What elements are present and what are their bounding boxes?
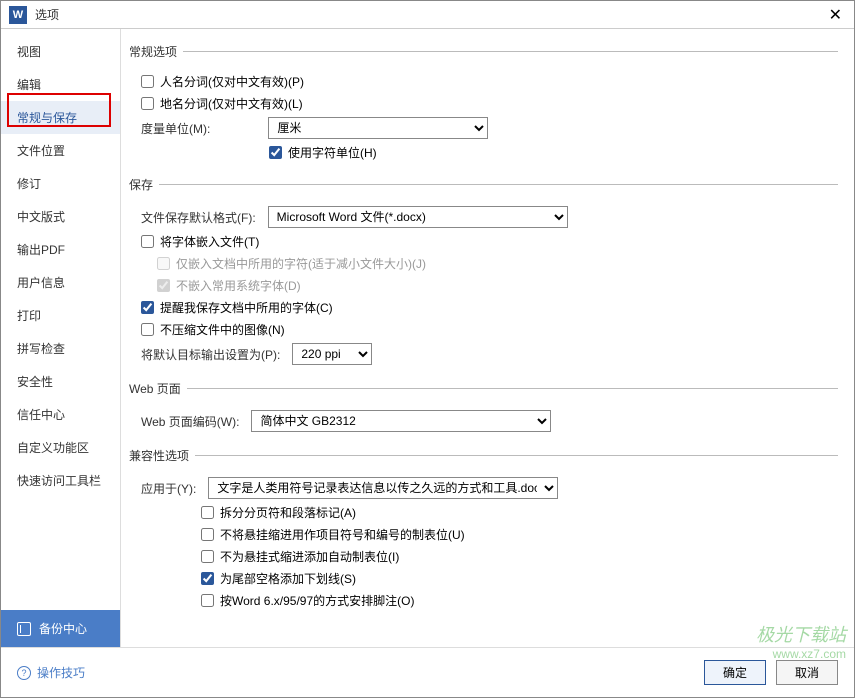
backup-center-button[interactable]: 备份中心 [1,610,120,647]
section-save-legend: 保存 [129,176,159,193]
close-icon[interactable]: ✕ [825,5,846,25]
apply-to-label: 应用于(Y): [141,480,196,497]
web-encoding-select[interactable]: 简体中文 GB2312 [251,410,551,432]
sidebar-item-security[interactable]: 安全性 [1,365,120,398]
sidebar-item-general-save[interactable]: 常规与保存 [1,101,120,134]
checkbox-place-name-label: 地名分词(仅对中文有效)(L) [160,95,303,112]
checkbox-person-name-label: 人名分词(仅对中文有效)(P) [160,73,304,90]
checkbox-remind-fonts-label: 提醒我保存文档中所用的字体(C) [160,299,333,316]
question-icon: ? [17,666,31,680]
sidebar-item-revision[interactable]: 修订 [1,167,120,200]
default-res-label: 将默认目标输出设置为(P): [141,346,280,363]
checkbox-no-hanging[interactable]: 不将悬挂缩进用作项目符号和编号的制表位(U) [201,526,465,543]
sidebar-item-user-info[interactable]: 用户信息 [1,266,120,299]
sidebar-item-edit[interactable]: 编辑 [1,68,120,101]
default-format-label: 文件保存默认格式(F): [141,209,256,226]
checkbox-embed-only-used-label: 仅嵌入文档中所用的字符(适于减小文件大小)(J) [176,255,426,272]
checkbox-remind-fonts[interactable]: 提醒我保存文档中所用的字体(C) [141,299,333,316]
default-format-select[interactable]: Microsoft Word 文件(*.docx) [268,206,568,228]
checkbox-no-auto-tab[interactable]: 不为悬挂式缩进添加自动制表位(I) [201,548,399,565]
checkbox-char-unit-label: 使用字符单位(H) [288,144,377,161]
checkbox-place-name[interactable]: 地名分词(仅对中文有效)(L) [141,95,303,112]
section-general-legend: 常规选项 [129,43,183,60]
app-icon: W [9,6,27,24]
cancel-button[interactable]: 取消 [776,660,838,685]
checkbox-person-name[interactable]: 人名分词(仅对中文有效)(P) [141,73,304,90]
checkbox-embed-fonts[interactable]: 将字体嵌入文件(T) [141,233,259,250]
checkbox-no-compress-images-label: 不压缩文件中的图像(N) [160,321,285,338]
checkbox-no-embed-system-label: 不嵌入常用系统字体(D) [176,277,301,294]
content-pane: 常规选项 人名分词(仅对中文有效)(P) 地名分词(仅对中文有效)(L) 度量单… [121,29,854,647]
sidebar-item-trust-center[interactable]: 信任中心 [1,398,120,431]
unit-select[interactable]: 厘米 [268,117,488,139]
sidebar-item-spellcheck[interactable]: 拼写检查 [1,332,120,365]
checkbox-word6-footnote[interactable]: 按Word 6.x/95/97的方式安排脚注(O) [201,592,415,609]
unit-label: 度量单位(M): [141,120,210,137]
checkbox-trailing-underline[interactable]: 为尾部空格添加下划线(S) [201,570,356,587]
ok-button[interactable]: 确定 [704,660,766,685]
checkbox-embed-only-used: 仅嵌入文档中所用的字符(适于减小文件大小)(J) [157,255,426,272]
sidebar-item-chinese-layout[interactable]: 中文版式 [1,200,120,233]
sidebar-item-file-location[interactable]: 文件位置 [1,134,120,167]
sidebar-item-output-pdf[interactable]: 输出PDF [1,233,120,266]
section-save: 保存 文件保存默认格式(F): Microsoft Word 文件(*.docx… [129,176,838,370]
checkbox-word6-footnote-label: 按Word 6.x/95/97的方式安排脚注(O) [220,592,415,609]
section-compat: 兼容性选项 应用于(Y): 文字是人类用符号记录表达信息以传之久远的方式和工具.… [129,447,838,614]
backup-label: 备份中心 [39,620,87,637]
default-res-select[interactable]: 220 ppi [292,343,372,365]
checkbox-split-page-label: 拆分分页符和段落标记(A) [220,504,356,521]
window-title: 选项 [35,6,825,23]
checkbox-char-unit[interactable]: 使用字符单位(H) [269,144,377,161]
checkbox-no-embed-system: 不嵌入常用系统字体(D) [157,277,301,294]
sidebar-item-view[interactable]: 视图 [1,35,120,68]
sidebar-item-custom-ribbon[interactable]: 自定义功能区 [1,431,120,464]
section-web-legend: Web 页面 [129,380,187,397]
checkbox-split-page[interactable]: 拆分分页符和段落标记(A) [201,504,356,521]
checkbox-no-auto-tab-label: 不为悬挂式缩进添加自动制表位(I) [220,548,399,565]
web-encoding-label: Web 页面编码(W): [141,413,239,430]
section-web: Web 页面 Web 页面编码(W): 简体中文 GB2312 [129,380,838,437]
sidebar-item-print[interactable]: 打印 [1,299,120,332]
sidebar-item-quick-access[interactable]: 快速访问工具栏 [1,464,120,497]
backup-icon [17,622,31,636]
checkbox-embed-fonts-label: 将字体嵌入文件(T) [160,233,259,250]
checkbox-no-hanging-label: 不将悬挂缩进用作项目符号和编号的制表位(U) [220,526,465,543]
tips-link[interactable]: ? 操作技巧 [17,664,85,681]
section-compat-legend: 兼容性选项 [129,447,195,464]
checkbox-no-compress-images[interactable]: 不压缩文件中的图像(N) [141,321,285,338]
footer: ? 操作技巧 确定 取消 [1,647,854,697]
tips-label: 操作技巧 [37,664,85,681]
section-general: 常规选项 人名分词(仅对中文有效)(P) 地名分词(仅对中文有效)(L) 度量单… [129,43,838,166]
sidebar: 视图 编辑 常规与保存 文件位置 修订 中文版式 输出PDF 用户信息 打印 拼… [1,29,121,647]
apply-to-select[interactable]: 文字是人类用符号记录表达信息以传之久远的方式和工具.docx [208,477,558,499]
checkbox-trailing-underline-label: 为尾部空格添加下划线(S) [220,570,356,587]
